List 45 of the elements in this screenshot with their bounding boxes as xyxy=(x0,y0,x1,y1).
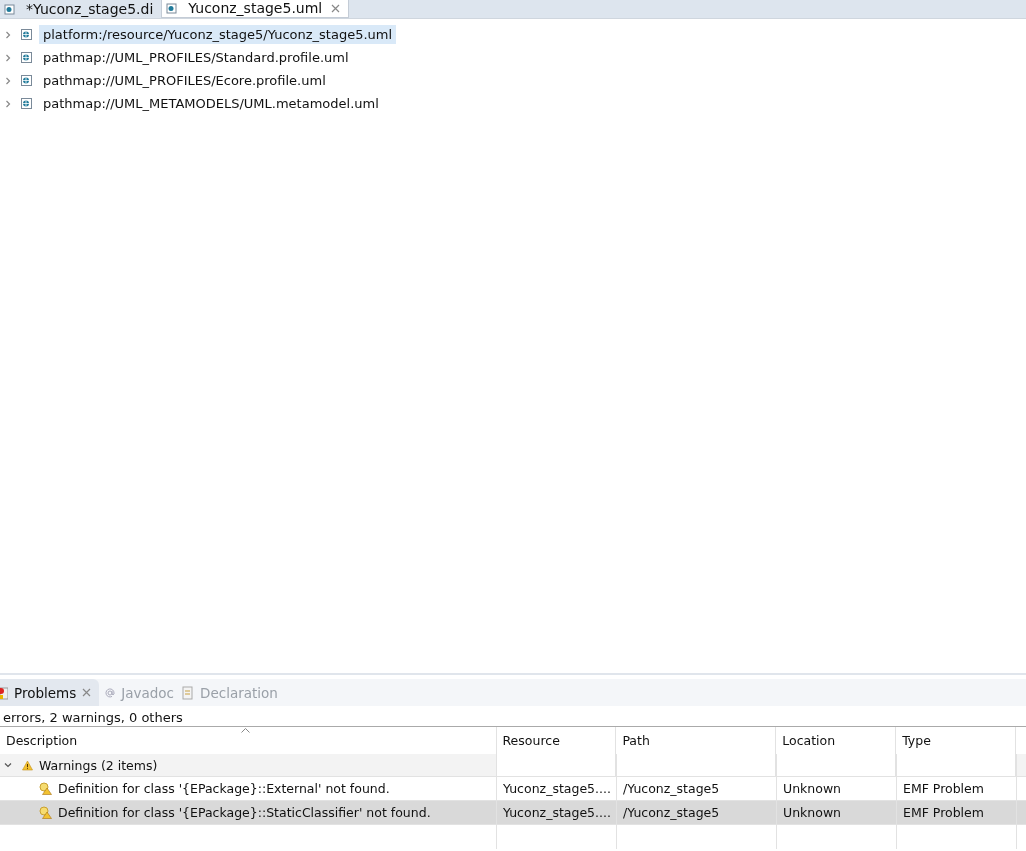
file-icon xyxy=(166,2,178,14)
table-cell: Yuconz_stage5.... xyxy=(503,781,611,796)
problems-summary: errors, 2 warnings, 0 others xyxy=(2,709,184,726)
problems-icon xyxy=(0,685,8,700)
editor-tab[interactable]: Yuconz_stage5.uml xyxy=(161,0,350,18)
file-icon xyxy=(20,51,33,64)
expand-chevron-icon[interactable] xyxy=(4,30,12,39)
at-sign-icon xyxy=(105,687,116,698)
problem-row[interactable]: Definition for class '{EPackage}::StaticClassifier' not found. Yuconz_stage5.... /Yuconz_stage5 Unknown EMF Problem xyxy=(0,800,1026,824)
editor-tab[interactable]: *Yuconz_stage5.di xyxy=(0,0,162,18)
panel-tab[interactable]: Problems xyxy=(0,679,100,706)
group-label[interactable]: Warnings (2 items) xyxy=(39,757,158,773)
warning-icon xyxy=(22,759,33,771)
table-cell: Definition for class '{EPackage}::External' not found. xyxy=(58,781,390,796)
file-icon xyxy=(20,28,33,41)
table-cell: EMF Problem xyxy=(903,781,984,796)
tab-label: Javadoc xyxy=(121,684,174,701)
close-icon[interactable] xyxy=(82,688,92,697)
table-cell: Yuconz_stage5.... xyxy=(503,805,611,820)
tab-label: Yuconz_stage5.uml xyxy=(188,1,323,15)
tab-label: Declaration xyxy=(200,684,278,701)
file-icon xyxy=(20,97,33,110)
expand-chevron-icon[interactable] xyxy=(4,761,12,769)
warning-icon xyxy=(39,782,52,795)
expand-chevron-icon[interactable] xyxy=(4,53,12,62)
file-icon xyxy=(20,74,33,87)
tree-item[interactable]: pathmap://UML_PROFILES/Standard.profile.uml xyxy=(39,48,353,67)
tree-item[interactable]: pathmap://UML_METAMODELS/UML.metamodel.uml xyxy=(39,94,383,113)
table-cell: Unknown xyxy=(783,781,842,796)
tree-item[interactable]: platform:/resource/Yuconz_stage5/Yuconz_stage5.uml xyxy=(39,25,397,44)
file-icon xyxy=(4,3,15,15)
sort-caret-icon xyxy=(241,728,250,733)
table-cell: Definition for class '{EPackage}::StaticClassifier' not found. xyxy=(58,805,431,820)
table-cell: /Yuconz_stage5 xyxy=(623,781,720,796)
expand-chevron-icon[interactable] xyxy=(4,99,12,108)
tree-item[interactable]: pathmap://UML_PROFILES/Ecore.profile.uml xyxy=(39,71,330,90)
expand-chevron-icon[interactable] xyxy=(4,76,12,85)
table-cell: Unknown xyxy=(783,805,842,820)
tab-label: Problems xyxy=(14,684,77,701)
document-icon xyxy=(182,685,194,700)
tab-label: *Yuconz_stage5.di xyxy=(26,2,154,16)
table-cell: /Yuconz_stage5 xyxy=(623,805,720,820)
table-cell: EMF Problem xyxy=(903,805,984,820)
warning-icon xyxy=(39,806,52,819)
close-icon[interactable] xyxy=(331,3,341,13)
